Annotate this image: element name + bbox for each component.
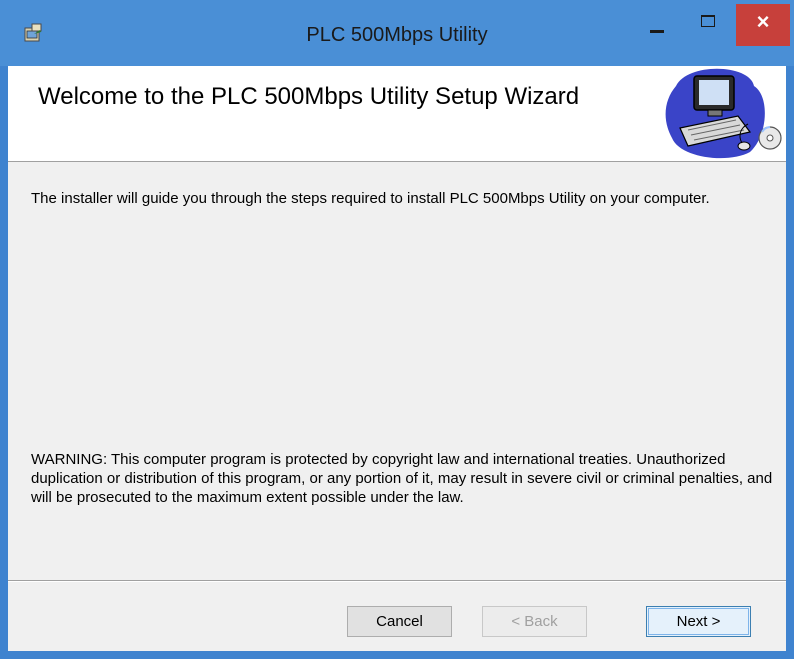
installer-window: PLC 500Mbps Utility × Welcome to the PLC… [0, 0, 794, 659]
copyright-warning: WARNING: This computer program is protec… [31, 451, 773, 506]
title-bar[interactable]: PLC 500Mbps Utility × [0, 0, 794, 66]
minimize-icon [650, 30, 664, 33]
maximize-icon [701, 15, 715, 27]
close-button[interactable]: × [736, 4, 790, 46]
wizard-banner: Welcome to the PLC 500Mbps Utility Setup… [8, 66, 786, 162]
maximize-button[interactable] [682, 4, 736, 46]
wizard-title: Welcome to the PLC 500Mbps Utility Setup… [38, 83, 580, 110]
intro-text: The installer will guide you through the… [31, 190, 710, 207]
cancel-button[interactable]: Cancel [347, 606, 452, 637]
minimize-button[interactable] [628, 4, 682, 46]
button-separator [8, 580, 786, 582]
next-button[interactable]: Next > [646, 606, 751, 637]
wizard-client-area: Welcome to the PLC 500Mbps Utility Setup… [8, 66, 786, 651]
close-icon: × [756, 9, 770, 34]
computer-cd-icon [665, 68, 782, 159]
back-button[interactable]: < Back [482, 606, 587, 637]
